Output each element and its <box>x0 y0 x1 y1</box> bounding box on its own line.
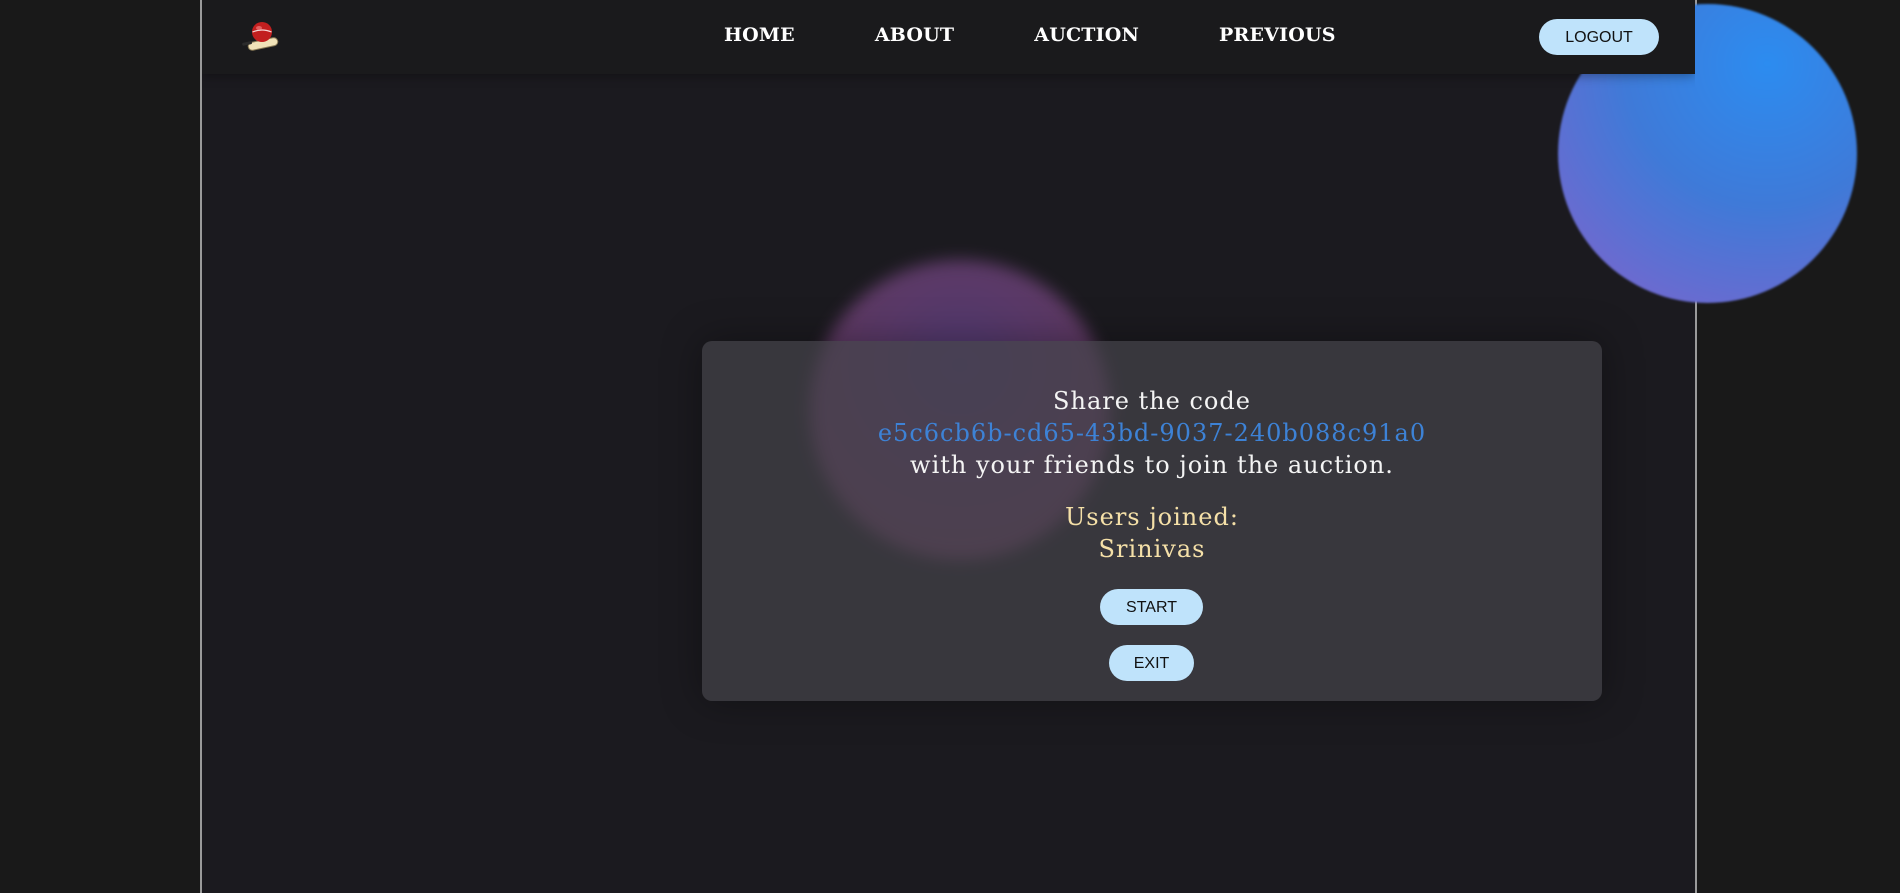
main-frame: HOME ABOUT AUCTION PREVIOUS LOGOUT Share… <box>200 0 1697 893</box>
auction-code: e5c6cb6b-cd65-43bd-9037-240b088c91a0 <box>877 419 1427 447</box>
logout-button[interactable]: LOGOUT <box>1539 19 1659 55</box>
users-joined-label: Users joined: <box>1065 503 1239 531</box>
share-code-card: Share the code e5c6cb6b-cd65-43bd-9037-2… <box>702 341 1602 701</box>
share-title: Share the code <box>1053 387 1251 415</box>
nav-about-link[interactable]: ABOUT <box>875 24 954 46</box>
nav-home-link[interactable]: HOME <box>724 24 795 46</box>
exit-button[interactable]: EXIT <box>1109 645 1194 681</box>
joined-user-name: Srinivas <box>1098 535 1206 563</box>
nav-links: HOME ABOUT AUCTION PREVIOUS <box>724 24 1336 46</box>
start-button[interactable]: START <box>1100 589 1203 625</box>
navbar: HOME ABOUT AUCTION PREVIOUS LOGOUT <box>202 0 1695 74</box>
nav-previous-link[interactable]: PREVIOUS <box>1219 24 1336 46</box>
share-subtitle: with your friends to join the auction. <box>910 451 1394 479</box>
cricket-ball-bat-icon[interactable] <box>240 20 282 54</box>
nav-auction-link[interactable]: AUCTION <box>1034 24 1139 46</box>
